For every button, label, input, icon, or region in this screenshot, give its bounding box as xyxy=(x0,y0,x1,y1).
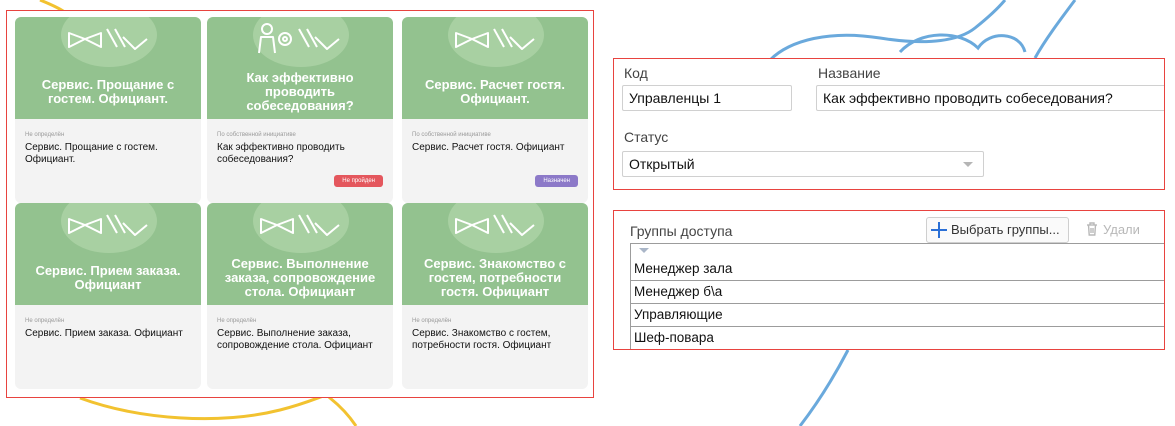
access-groups-panel: Группы доступа Выбрать группы... Удали М… xyxy=(613,210,1165,350)
status-badge-not-passed: Не пройден xyxy=(334,175,383,187)
code-field[interactable]: Управленцы 1 xyxy=(622,85,792,111)
table-row[interactable]: Шеф-повара xyxy=(631,327,1164,349)
card-course-name: Сервис. Выполнение заказа, сопровождение… xyxy=(217,328,373,351)
bowtie-icon xyxy=(260,214,340,236)
trash-icon xyxy=(1087,222,1097,236)
card-course-name: Сервис. Знакомство с гостем, потребности… xyxy=(412,328,552,351)
table-row[interactable]: Менеджер зала xyxy=(631,258,1164,281)
bowtie-icon xyxy=(68,214,148,236)
plus-icon xyxy=(931,222,947,238)
name-label: Название xyxy=(818,65,881,81)
select-groups-button[interactable]: Выбрать группы... xyxy=(926,217,1069,243)
delete-group-label: Удали xyxy=(1103,221,1140,237)
card-course-name: Как эффективно проводить собеседования? xyxy=(217,142,345,165)
card-title: Сервис. Прием заказа. Официант xyxy=(35,263,181,292)
course-card[interactable]: Как эффективно проводить собеседования? … xyxy=(207,17,393,203)
status-select[interactable]: Открытый xyxy=(622,151,984,177)
card-cover: Сервис. Расчет гостя. Официант. xyxy=(402,17,588,119)
sort-arrow-icon xyxy=(639,248,649,253)
person-gear-icon xyxy=(258,23,340,54)
access-groups-label: Группы доступа xyxy=(630,223,733,239)
code-label: Код xyxy=(624,65,648,81)
card-assignment-type: Не определён xyxy=(25,132,65,138)
card-cover: Сервис. Выполнение заказа, сопровождение… xyxy=(207,203,393,305)
card-title: Как эффективно проводить собеседования? xyxy=(246,70,354,113)
card-assignment-type: Не определён xyxy=(25,318,65,324)
access-groups-table: Менеджер зала Менеджер б\а Управляющие Ш… xyxy=(630,243,1164,349)
card-assignment-type: Не определён xyxy=(412,318,452,324)
card-course-name: Сервис. Прием заказа. Официант xyxy=(25,328,183,339)
card-course-name: Сервис. Расчет гостя. Официант xyxy=(412,142,565,153)
card-assignment-type: По собственной инициативе xyxy=(217,132,296,138)
chevron-down-icon xyxy=(963,162,973,167)
card-title: Сервис. Прощание с гостем. Официант. xyxy=(41,77,175,106)
table-header[interactable] xyxy=(631,244,1164,258)
course-card[interactable]: Сервис. Прием заказа. Официант Не опреде… xyxy=(15,203,201,389)
course-card[interactable]: Сервис. Выполнение заказа, сопровождение… xyxy=(207,203,393,389)
card-cover: Сервис. Прощание с гостем. Официант. xyxy=(15,17,201,119)
delete-group-button[interactable]: Удали xyxy=(1086,217,1140,241)
card-title: Сервис. Расчет гостя. Официант. xyxy=(424,77,565,106)
bowtie-icon xyxy=(68,28,148,50)
card-course-name: Сервис. Прощание с гостем. Официант. xyxy=(25,142,158,165)
course-card[interactable]: Сервис. Прощание с гостем. Официант. Не … xyxy=(15,17,201,203)
card-assignment-type: По собственной инициативе xyxy=(412,132,491,138)
table-row[interactable]: Управляющие xyxy=(631,304,1164,327)
card-title: Сервис. Знакомство с гостем, потребности… xyxy=(424,256,566,299)
course-card[interactable]: Сервис. Расчет гостя. Официант. По собст… xyxy=(402,17,588,203)
bowtie-icon xyxy=(455,28,535,50)
select-groups-label: Выбрать группы... xyxy=(951,222,1060,237)
bowtie-icon xyxy=(455,214,535,236)
card-assignment-type: Не определён xyxy=(217,318,257,324)
card-cover: Как эффективно проводить собеседования? xyxy=(207,17,393,119)
name-field[interactable]: Как эффективно проводить собеседования? xyxy=(816,85,1164,111)
course-card[interactable]: Сервис. Знакомство с гостем, потребности… xyxy=(402,203,588,389)
table-row[interactable]: Менеджер б\а xyxy=(631,281,1164,304)
card-title: Сервис. Выполнение заказа, сопровождение… xyxy=(224,256,376,299)
card-cover: Сервис. Прием заказа. Официант xyxy=(15,203,201,305)
course-cards-panel: Сервис. Прощание с гостем. Официант. Не … xyxy=(6,10,594,398)
status-badge-assigned: Назначен xyxy=(535,175,578,187)
course-form-panel: Код Управленцы 1 Название Как эффективно… xyxy=(613,58,1165,190)
status-label: Статус xyxy=(624,129,669,145)
card-cover: Сервис. Знакомство с гостем, потребности… xyxy=(402,203,588,305)
status-select-value: Открытый xyxy=(629,156,695,172)
